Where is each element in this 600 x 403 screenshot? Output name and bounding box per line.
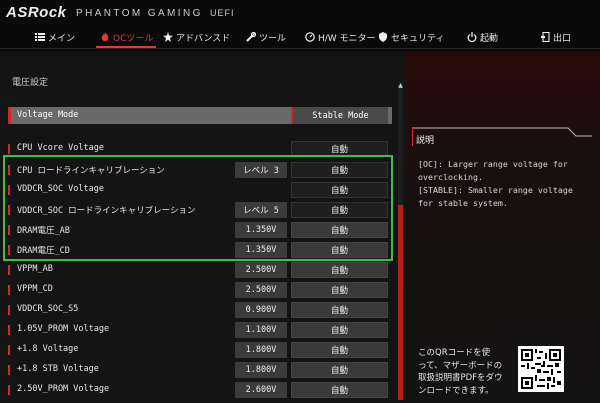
voltage-mode-select[interactable]: Stable Mode <box>291 107 388 124</box>
brand-logo: ASRock <box>6 4 67 21</box>
current-value: 2.500V <box>235 262 287 278</box>
setting-row[interactable]: VDDCR_SOC_S5 0.900V 自動 <box>8 302 392 318</box>
row-marker <box>8 365 10 375</box>
setting-label: 2.50V_PROM Voltage <box>17 384 110 394</box>
setting-label: VPPM_AB <box>17 264 53 274</box>
row-marker <box>8 385 10 395</box>
setting-row[interactable]: 1.05V_PROM Voltage 1.100V 自動 <box>8 322 392 338</box>
setting-row[interactable]: VPPM_CD 2.500V 自動 <box>8 282 392 298</box>
qr-note-line: ンロードできます。 <box>418 385 494 396</box>
description-line: for stable system. <box>418 198 508 208</box>
tab-oc-tweaker-label: OCツール <box>113 33 154 44</box>
tab-security[interactable]: セキュリティ <box>378 30 444 44</box>
setting-select[interactable]: 自動 <box>291 362 388 378</box>
description-line: [STABLE]: Smaller range voltage <box>418 185 573 195</box>
current-value: 2.600V <box>235 382 287 398</box>
scrollbar-thumb[interactable] <box>398 205 403 400</box>
tab-main-label: メイン <box>48 33 76 44</box>
setting-label: VPPM_CD <box>17 284 53 294</box>
top-header: ASRock PHANTOM GAMING UEFI メイン OCツール アドバ… <box>0 0 600 50</box>
current-value: 2.500V <box>235 282 287 298</box>
setting-select[interactable]: 自動 <box>291 342 388 358</box>
qr-note: このQRコードを使 って、マザーボードの 取扱説明書PDFをダウ ンロードできま… <box>418 347 514 397</box>
highlight-box <box>3 155 393 261</box>
tab-main[interactable]: メイン <box>35 30 75 44</box>
setting-select[interactable]: 自動 <box>291 262 388 278</box>
product-title: PHANTOM GAMING <box>76 8 203 19</box>
product-suffix: UEFI <box>209 8 235 18</box>
setting-label: VDDCR_SOC_S5 <box>17 304 79 314</box>
tab-hw-monitor-label: H/W モニター <box>318 33 376 44</box>
tab-advanced-label: アドバンスド <box>176 33 231 44</box>
setting-row[interactable]: 2.50V_PROM Voltage 2.600V 自動 <box>8 382 392 398</box>
tab-security-label: セキュリティ <box>391 33 445 44</box>
tab-exit-label: 出口 <box>553 33 572 44</box>
shield-icon <box>378 32 388 42</box>
row-marker <box>8 265 10 275</box>
setting-select[interactable]: 自動 <box>291 382 388 398</box>
setting-label: 1.05V_PROM Voltage <box>17 324 110 334</box>
exit-icon <box>540 31 550 43</box>
product-name: PHANTOM GAMING UEFI <box>76 8 234 19</box>
tab-boot[interactable]: 起動 <box>467 30 498 44</box>
list-icon <box>35 32 45 42</box>
tab-tool-label: ツール <box>259 33 287 44</box>
setting-label: CPU Vcore Voltage <box>17 143 104 153</box>
setting-select[interactable]: 自動 <box>291 322 388 338</box>
setting-label: +1.8 STB Voltage <box>17 364 99 374</box>
description-line: overclocking. <box>418 172 483 182</box>
row-marker <box>8 144 10 154</box>
description-text: [OC]: Larger range voltage for overclock… <box>418 158 594 210</box>
row-marker <box>8 345 10 355</box>
row-marker <box>8 107 11 124</box>
description-title: 説明 <box>416 136 435 146</box>
qr-note-line: 取扱説明書PDFをダウ <box>418 373 503 383</box>
setting-select[interactable]: 自動 <box>291 282 388 298</box>
power-icon <box>467 32 477 43</box>
setting-row[interactable]: +1.8 Voltage 1.800V 自動 <box>8 342 392 358</box>
current-value: 1.800V <box>235 342 287 358</box>
row-marker <box>8 305 10 315</box>
description-line: [OC]: Larger range voltage for <box>418 159 568 169</box>
tab-advanced[interactable]: アドバンスド <box>163 30 230 44</box>
star-icon <box>163 32 173 42</box>
voltage-mode-label: Voltage Mode <box>17 110 79 120</box>
monitor-icon <box>305 32 315 42</box>
voltage-mode-row[interactable]: Voltage Mode Stable Mode <box>8 107 392 124</box>
setting-row[interactable]: VPPM_AB 2.500V 自動 <box>8 262 392 278</box>
current-value: 1.100V <box>235 322 287 338</box>
row-marker <box>8 285 10 295</box>
setting-label: +1.8 Voltage <box>17 344 79 354</box>
flame-icon <box>100 32 110 42</box>
tab-hw-monitor[interactable]: H/W モニター <box>305 30 376 44</box>
section-title: 電圧設定 <box>12 78 49 88</box>
tab-oc-tweaker[interactable]: OCツール <box>100 30 153 44</box>
header-divider <box>0 48 600 49</box>
setting-select[interactable]: 自動 <box>291 302 388 318</box>
description-tab-frame <box>412 127 592 146</box>
wrench-icon <box>246 31 257 42</box>
qr-code-image <box>518 346 564 392</box>
row-marker <box>8 325 10 335</box>
current-value: 1.800V <box>235 362 287 378</box>
tab-tool[interactable]: ツール <box>246 30 286 44</box>
tab-boot-label: 起動 <box>480 33 499 44</box>
qr-note-line: って、マザーボードの <box>418 360 503 371</box>
tab-exit[interactable]: 出口 <box>540 30 571 44</box>
setting-row[interactable]: +1.8 STB Voltage 1.800V 自動 <box>8 362 392 378</box>
qr-note-line: このQRコードを使 <box>418 348 491 358</box>
current-value: 0.900V <box>235 302 287 318</box>
scroll-up-arrow-icon[interactable]: ▲ <box>396 82 405 90</box>
